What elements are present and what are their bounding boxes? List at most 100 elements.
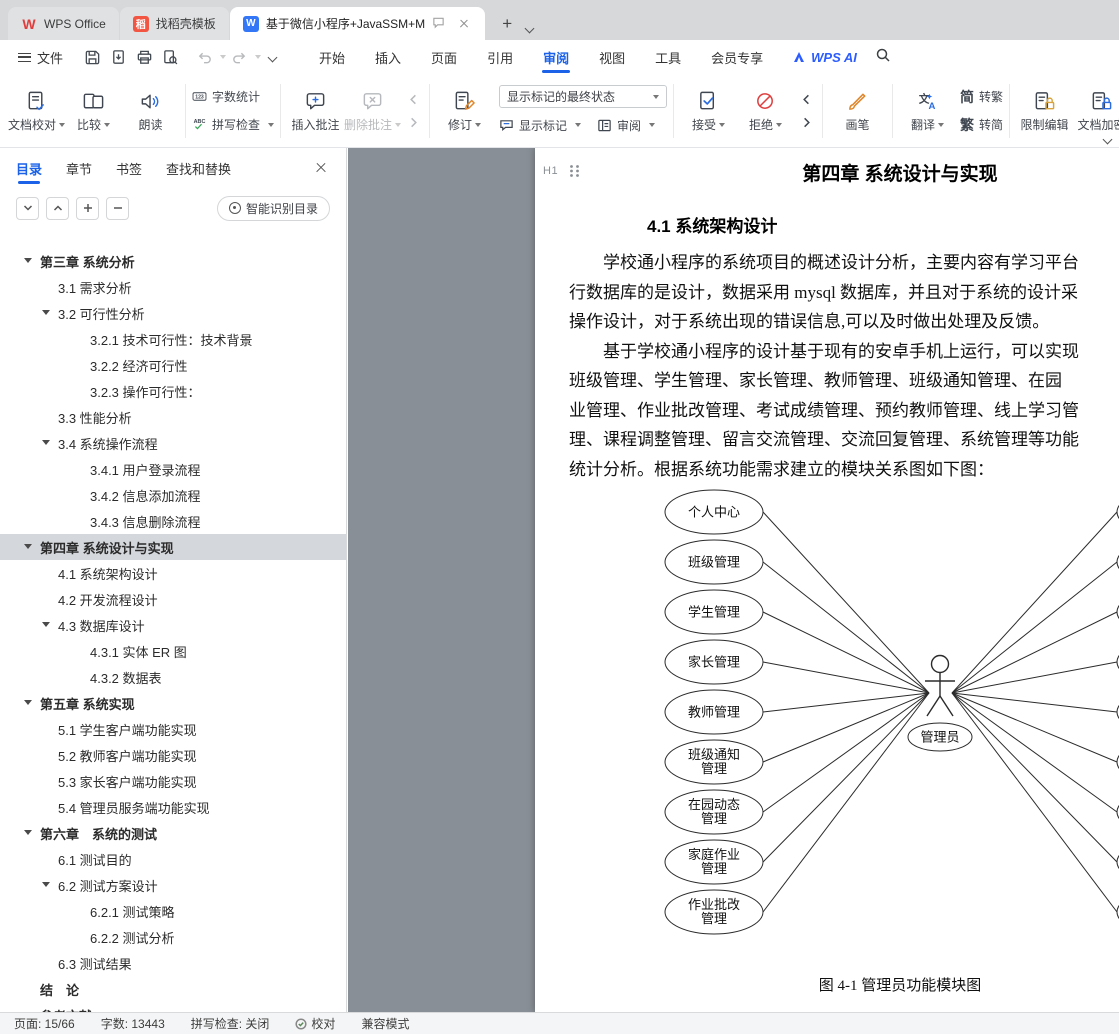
toc-item[interactable]: 5.3 家长客户端功能实现 bbox=[0, 768, 346, 794]
reject-revision-button[interactable]: 拒绝 bbox=[737, 84, 794, 137]
menu-tab-工具[interactable]: 工具 bbox=[640, 40, 696, 74]
close-tab-icon[interactable] bbox=[456, 16, 472, 32]
toc-item[interactable]: 4.3.1 实体 ER 图 bbox=[0, 638, 346, 664]
toc-expand-arrow-icon[interactable] bbox=[42, 622, 50, 627]
toc-item[interactable]: 4.1 系统架构设计 bbox=[0, 560, 346, 586]
menu-tab-审阅[interactable]: 审阅 bbox=[528, 40, 584, 74]
print-button[interactable] bbox=[131, 45, 157, 69]
menu-tab-视图[interactable]: 视图 bbox=[584, 40, 640, 74]
toc-expand-arrow-icon[interactable] bbox=[42, 882, 50, 887]
toc-item[interactable]: 5.1 学生客户端功能实现 bbox=[0, 716, 346, 742]
sidebar-tab-查找和替换[interactable]: 查找和替换 bbox=[166, 148, 231, 188]
toc-item[interactable]: 3.3 性能分析 bbox=[0, 404, 346, 430]
toc-item[interactable]: 3.2.1 技术可行性：技术背景 bbox=[0, 326, 346, 352]
toc-item[interactable]: 结 论 bbox=[0, 976, 346, 1002]
next-revision-button[interactable] bbox=[796, 113, 816, 131]
word-count-indicator[interactable]: 字数: 13443 bbox=[101, 1015, 165, 1032]
collapse-all-button[interactable] bbox=[46, 196, 69, 220]
toc-item[interactable]: 4.2 开发流程设计 bbox=[0, 586, 346, 612]
print-preview-button[interactable] bbox=[157, 45, 183, 69]
toc-expand-arrow-icon[interactable] bbox=[24, 830, 32, 835]
zoom-in-outline-button[interactable] bbox=[76, 196, 99, 220]
next-comment-button[interactable] bbox=[403, 113, 423, 131]
compare-button[interactable]: 比较 bbox=[65, 84, 122, 137]
restrict-editing-button[interactable]: 限制编辑 bbox=[1016, 84, 1073, 137]
document-page[interactable]: H1 第四章 系统设计与实现 4.1 系统架构设计 学校通小程序的系统项目的概述… bbox=[535, 148, 1119, 1012]
show-markup-button[interactable]: 显示标记 bbox=[499, 114, 582, 136]
toc-item[interactable]: 5.4 管理员服务端功能实现 bbox=[0, 794, 346, 820]
review-pane-button[interactable]: 审阅 bbox=[597, 114, 656, 136]
toc-item[interactable]: 6.3 测试结果 bbox=[0, 950, 346, 976]
toc-expand-arrow-icon[interactable] bbox=[24, 700, 32, 705]
toc-item[interactable]: 6.2.1 测试策略 bbox=[0, 898, 346, 924]
previous-comment-button[interactable] bbox=[403, 90, 423, 108]
toc-item[interactable]: 第五章 系统实现 bbox=[0, 690, 346, 716]
track-changes-button[interactable]: 修订 bbox=[436, 84, 493, 137]
close-sidebar-icon[interactable] bbox=[312, 159, 330, 177]
spell-check-button[interactable]: ABC 拼写检查 bbox=[192, 114, 275, 136]
toc-item[interactable]: 3.4 系统操作流程 bbox=[0, 430, 346, 456]
toc-expand-arrow-icon[interactable] bbox=[24, 258, 32, 263]
page-indicator[interactable]: 页面: 15/66 bbox=[14, 1015, 75, 1032]
menu-tab-页面[interactable]: 页面 bbox=[416, 40, 472, 74]
toc-item[interactable]: 第四章 系统设计与实现 bbox=[0, 534, 346, 560]
traditional-to-simplified-button[interactable]: 繁 转简 bbox=[960, 114, 1003, 136]
compat-mode-indicator[interactable]: 兼容模式 bbox=[361, 1015, 409, 1032]
menu-tab-引用[interactable]: 引用 bbox=[472, 40, 528, 74]
redo-button[interactable] bbox=[226, 45, 252, 69]
toc-item[interactable]: 3.2.3 操作可行性： bbox=[0, 378, 346, 404]
proofread-indicator[interactable]: 校对 bbox=[295, 1015, 335, 1032]
word-count-button[interactable]: 123 字数统计 bbox=[192, 86, 274, 108]
smart-toc-button[interactable]: 智能识别目录 bbox=[216, 195, 330, 221]
simplified-to-traditional-button[interactable]: 简 转繁 bbox=[960, 86, 1003, 108]
toc-item[interactable]: 6.2.2 测试分析 bbox=[0, 924, 346, 950]
brush-button[interactable]: 画笔 bbox=[829, 84, 886, 137]
sidebar-tab-章节[interactable]: 章节 bbox=[66, 148, 92, 188]
toc-item[interactable]: 第六章 系统的测试 bbox=[0, 820, 346, 846]
expand-all-button[interactable] bbox=[16, 196, 39, 220]
sidebar-tab-书签[interactable]: 书签 bbox=[116, 148, 142, 188]
undo-button[interactable] bbox=[191, 45, 217, 69]
read-aloud-button[interactable]: 朗读 bbox=[122, 84, 179, 137]
previous-revision-button[interactable] bbox=[796, 90, 816, 108]
toc-item[interactable]: 6.2 测试方案设计 bbox=[0, 872, 346, 898]
zoom-out-outline-button[interactable] bbox=[106, 196, 129, 220]
toc-item[interactable]: 第三章 系统分析 bbox=[0, 248, 346, 274]
accept-revision-button[interactable]: 接受 bbox=[680, 84, 737, 137]
new-tab-button[interactable]: + bbox=[494, 11, 520, 37]
menu-tab-会员专享[interactable]: 会员专享 bbox=[696, 40, 778, 74]
export-pdf-button[interactable] bbox=[105, 45, 131, 69]
menu-tab-插入[interactable]: 插入 bbox=[360, 40, 416, 74]
sidebar-tab-目录[interactable]: 目录 bbox=[16, 148, 42, 188]
toc-item[interactable]: 3.2 可行性分析 bbox=[0, 300, 346, 326]
menu-tab-开始[interactable]: 开始 bbox=[304, 40, 360, 74]
toc-item[interactable]: 5.2 教师客户端功能实现 bbox=[0, 742, 346, 768]
toc-item[interactable]: 3.2.2 经济可行性 bbox=[0, 352, 346, 378]
tab-current-document[interactable]: W 基于微信小程序+JavaSSM+M bbox=[229, 7, 486, 40]
document-encrypt-button[interactable]: 文档加密 bbox=[1073, 84, 1119, 137]
doc-proof-button[interactable]: 文档校对 bbox=[8, 84, 66, 137]
toc-item[interactable]: 3.4.2 信息添加流程 bbox=[0, 482, 346, 508]
toc-item[interactable]: 3.1 需求分析 bbox=[0, 274, 346, 300]
toc-expand-arrow-icon[interactable] bbox=[42, 440, 50, 445]
tab-docer-templates[interactable]: 稻 找稻壳模板 bbox=[119, 7, 229, 40]
markup-state-select[interactable]: 显示标记的最终状态 bbox=[499, 85, 668, 108]
toc-item[interactable]: 4.3 数据库设计 bbox=[0, 612, 346, 638]
quickbar-more-chevron-icon[interactable] bbox=[267, 52, 278, 62]
toc-expand-arrow-icon[interactable] bbox=[42, 310, 50, 315]
tab-list-chevron-icon[interactable] bbox=[524, 23, 535, 34]
wps-ai-button[interactable]: WPS AI bbox=[792, 50, 857, 65]
spellcheck-indicator[interactable]: 拼写检查: 关闭 bbox=[191, 1015, 270, 1032]
redo-caret-icon[interactable] bbox=[255, 55, 262, 59]
save-button[interactable] bbox=[79, 45, 105, 69]
translate-button[interactable]: 文A 翻译 bbox=[899, 84, 956, 137]
delete-comment-button[interactable]: 删除批注 bbox=[344, 84, 402, 137]
toc-expand-arrow-icon[interactable] bbox=[24, 544, 32, 549]
search-button[interactable] bbox=[875, 47, 891, 68]
toc-item[interactable]: 6.1 测试目的 bbox=[0, 846, 346, 872]
toc-item[interactable]: 3.4.1 用户登录流程 bbox=[0, 456, 346, 482]
tab-wps-office[interactable]: W WPS Office bbox=[8, 7, 119, 40]
file-menu-button[interactable]: 文件 bbox=[10, 40, 71, 74]
toc-item[interactable]: 4.3.2 数据表 bbox=[0, 664, 346, 690]
insert-comment-button[interactable]: 插入批注 bbox=[287, 84, 344, 137]
